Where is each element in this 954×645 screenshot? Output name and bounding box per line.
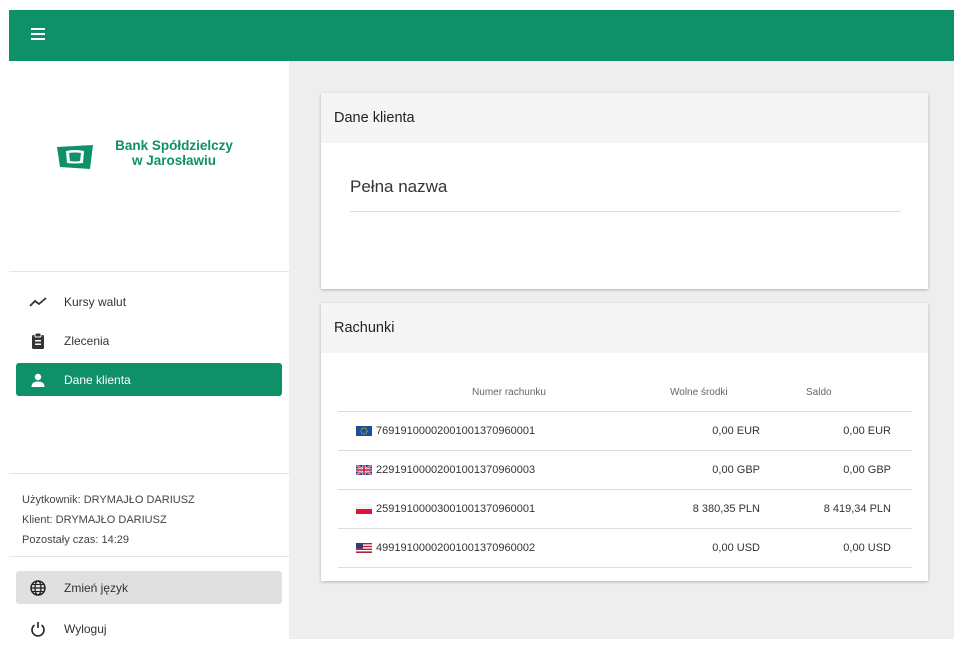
- balance: 0,00 EUR: [843, 425, 891, 437]
- user-label: Użytkownik: DRYMAJŁO DARIUSZ: [22, 494, 195, 506]
- available-funds: 0,00 GBP: [712, 464, 760, 476]
- client-data-card: Dane klienta Pełna nazwa: [321, 93, 928, 289]
- person-icon: [29, 371, 47, 389]
- client-label: Klient: DRYMAJŁO DARIUSZ: [22, 514, 167, 526]
- eu-flag-icon: [356, 426, 372, 436]
- table-header: Numer rachunku Wolne środki Saldo: [338, 373, 912, 412]
- available-funds: 0,00 USD: [712, 542, 760, 554]
- account-number: 22919100002001001370960003: [376, 464, 536, 476]
- trend-icon: [29, 293, 47, 311]
- table-row[interactable]: 49919100002001001370960002 0,00 USD 0,00…: [338, 529, 912, 568]
- hamburger-icon[interactable]: [31, 28, 45, 42]
- balance: 0,00 GBP: [843, 464, 891, 476]
- sidebar-divider: [9, 556, 289, 557]
- power-icon: [29, 620, 47, 638]
- account-number: 25919100003001001370960001: [376, 503, 536, 515]
- card-title: Dane klienta: [321, 93, 928, 143]
- sidebar: Bank Spółdzielczy w Jarosławiu Kursy wal…: [9, 61, 289, 639]
- session-info: Użytkownik: DRYMAJŁO DARIUSZ Klient: DRY…: [22, 490, 195, 550]
- balance: 0,00 USD: [843, 542, 891, 554]
- account-number: 76919100002001001370960001: [376, 425, 536, 437]
- top-app-bar: [9, 10, 954, 61]
- card-title: Rachunki: [321, 303, 928, 353]
- full-name-field-underline: [350, 211, 901, 212]
- sidebar-item-label: Dane klienta: [64, 372, 131, 387]
- table-row[interactable]: 22919100002001001370960003 0,00 GBP 0,00…: [338, 451, 912, 490]
- sidebar-item-label: Zlecenia: [64, 333, 110, 348]
- uk-flag-icon: [356, 465, 372, 475]
- sidebar-item-dane-klienta[interactable]: Dane klienta: [16, 363, 282, 396]
- sidebar-item-label: Kursy walut: [64, 294, 127, 309]
- sidebar-item-kursy-walut[interactable]: Kursy walut: [16, 285, 282, 318]
- bank-logo: Bank Spółdzielczy w Jarosławiu: [55, 137, 245, 177]
- table-row[interactable]: 25919100003001001370960001 8 380,35 PLN …: [338, 490, 912, 529]
- us-flag-icon: [356, 543, 372, 553]
- available-funds: 8 380,35 PLN: [692, 503, 760, 515]
- logout-button[interactable]: Wyloguj: [16, 612, 282, 645]
- sidebar-item-zlecenia[interactable]: Zlecenia: [16, 324, 282, 357]
- pl-flag-icon: [356, 504, 372, 514]
- available-funds: 0,00 EUR: [712, 425, 760, 437]
- change-language-button[interactable]: Zmień język: [16, 571, 282, 604]
- header-balance: Saldo: [806, 386, 832, 398]
- full-name-field-label: Pełna nazwa: [350, 177, 448, 196]
- accounts-table: Numer rachunku Wolne środki Saldo 769191…: [338, 373, 912, 568]
- clipboard-icon: [29, 332, 47, 350]
- balance: 8 419,34 PLN: [823, 503, 891, 515]
- sidebar-divider: [9, 271, 289, 272]
- bank-logo-icon: [57, 145, 93, 169]
- header-available-funds: Wolne środki: [670, 386, 728, 398]
- sidebar-divider: [9, 473, 289, 474]
- change-language-label: Zmień język: [64, 580, 129, 595]
- accounts-card: Rachunki Numer rachunku Wolne środki Sal…: [321, 303, 928, 581]
- bank-name: Bank Spółdzielczy w Jarosławiu: [115, 138, 233, 168]
- logout-label: Wyloguj: [64, 621, 107, 636]
- remaining-time: Pozostały czas: 14:29: [22, 534, 130, 546]
- globe-icon: [29, 579, 47, 597]
- table-row[interactable]: 76919100002001001370960001 0,00 EUR 0,00…: [338, 412, 912, 451]
- header-account-number: Numer rachunku: [472, 386, 546, 398]
- main-content: Dane klienta Pełna nazwa Rachunki Numer …: [289, 61, 954, 639]
- account-number: 49919100002001001370960002: [376, 542, 536, 554]
